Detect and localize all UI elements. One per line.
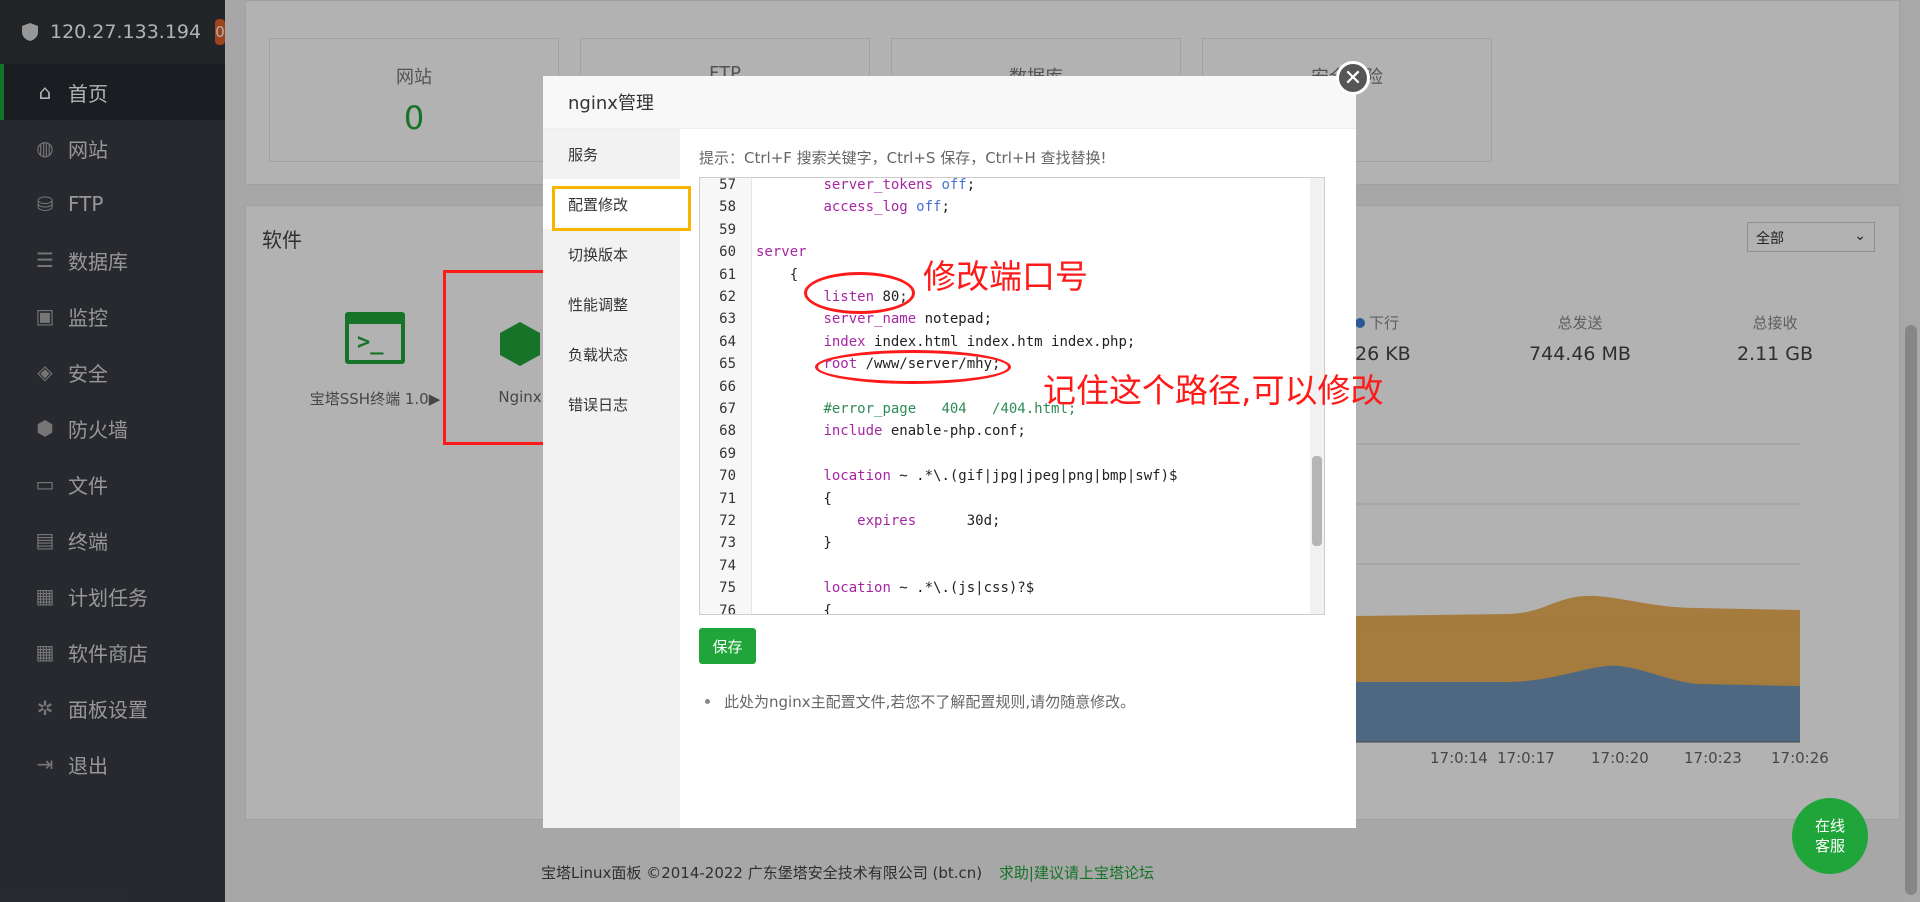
code-text: {	[756, 266, 799, 283]
line-number: 67	[719, 401, 736, 417]
line-number: 65	[719, 356, 736, 373]
code-line[interactable]: 64 index index.html index.htm index.php;	[700, 331, 1300, 353]
editor-scrollbar-thumb[interactable]	[1312, 456, 1322, 546]
code-line[interactable]: 58 access_log off;	[700, 196, 1300, 218]
line-number: 73	[719, 535, 736, 552]
code-text: location ~ .*\.(js|css)?$	[823, 580, 1035, 597]
code-line[interactable]: 69	[700, 443, 1300, 465]
modal-tab-4[interactable]: 负载状态	[543, 329, 680, 379]
code-line[interactable]: 76 {	[700, 600, 1300, 615]
code-line[interactable]: 59	[700, 219, 1300, 241]
line-number: 72	[719, 513, 736, 529]
code-line[interactable]: 70 location ~ .*\.(gif|jpg|jpeg|png|bmp|…	[700, 465, 1300, 487]
code-text: }	[756, 535, 832, 552]
code-line[interactable]: 68 include enable-php.conf;	[700, 420, 1300, 442]
line-number: 61	[719, 266, 736, 283]
code-line[interactable]: 63 server_name notepad;	[700, 308, 1300, 330]
modal-title: nginx管理	[543, 76, 1356, 129]
save-button[interactable]: 保存	[699, 628, 756, 664]
annotation-nginx-box	[443, 270, 557, 445]
line-number: 57	[719, 177, 736, 193]
line-number: 68	[719, 423, 736, 440]
code-text: expires 30d;	[857, 513, 1001, 529]
line-number: 62	[719, 289, 736, 305]
code-text: location ~ .*\.(gif|jpg|jpeg|png|bmp|swf…	[823, 468, 1178, 485]
config-note: 此处为nginx主配置文件,若您不了解配置规则,请勿随意修改。	[699, 691, 1135, 712]
modal-tab-2[interactable]: 切换版本	[543, 229, 680, 279]
line-number: 75	[719, 580, 736, 597]
line-number: 66	[719, 378, 736, 395]
line-number: 60	[719, 244, 736, 261]
code-text: access_log off;	[823, 199, 950, 216]
line-number: 59	[719, 221, 736, 238]
line-number: 74	[719, 557, 736, 574]
code-line[interactable]: 74	[700, 555, 1300, 577]
annotation-path-text: 记住这个路径,可以修改	[1043, 371, 1384, 410]
code-line[interactable]: 71 {	[700, 488, 1300, 510]
annotation-port-text: 修改端口号	[923, 257, 1088, 296]
code-line[interactable]: 75 location ~ .*\.(js|css)?$	[700, 577, 1300, 599]
line-number: 69	[719, 445, 736, 462]
modal-tab-3[interactable]: 性能调整	[543, 279, 680, 329]
annotation-root-ellipse	[815, 350, 1011, 384]
modal-tab-5[interactable]: 错误日志	[543, 379, 680, 429]
code-text: #error_page 404 /404.html;	[823, 401, 1077, 417]
modal-tab-0[interactable]: 服务	[543, 129, 680, 179]
bullet-icon	[705, 699, 710, 704]
line-number: 71	[719, 490, 736, 507]
close-icon[interactable]: ✕	[1336, 61, 1370, 95]
annotation-config-tab-box	[552, 186, 691, 231]
annotation-listen-ellipse	[804, 272, 915, 314]
chat-label-1: 在线	[1814, 817, 1845, 835]
line-number: 58	[719, 199, 736, 216]
editor-hint: 提示：Ctrl+F 搜索关键字，Ctrl+S 保存，Ctrl+H 查找替换!	[699, 149, 1107, 167]
code-text: {	[756, 602, 832, 615]
line-number: 70	[719, 468, 736, 485]
modal-tab-list: 服务 配置修改 切换版本 性能调整 负载状态 错误日志	[543, 129, 680, 828]
line-number: 63	[719, 311, 736, 328]
code-text: {	[756, 490, 832, 507]
online-support-button[interactable]: 在线 客服	[1792, 798, 1868, 874]
line-number: 64	[719, 333, 736, 350]
line-number: 76	[719, 602, 736, 615]
code-line[interactable]: 72 expires 30d;	[700, 510, 1300, 532]
code-text: include enable-php.conf;	[823, 423, 1026, 440]
code-text: server_tokens off;	[823, 177, 976, 193]
code-line[interactable]: 73 }	[700, 532, 1300, 554]
code-text: server	[756, 244, 807, 261]
note-text: 此处为nginx主配置文件,若您不了解配置规则,请勿随意修改。	[724, 693, 1136, 711]
chat-label-2: 客服	[1814, 837, 1845, 855]
code-line[interactable]: 57 server_tokens off;	[700, 177, 1300, 196]
code-text: index index.html index.htm index.php;	[823, 333, 1136, 350]
